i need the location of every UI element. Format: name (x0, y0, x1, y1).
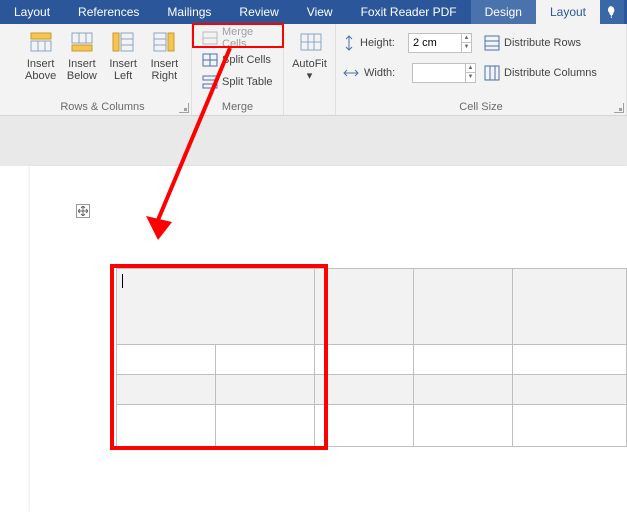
insert-left-button[interactable]: Insert Left (103, 26, 144, 82)
ribbon: Insert Above Insert Below Insert Left In… (0, 24, 627, 116)
table-cell[interactable] (216, 345, 315, 375)
group-rows-columns: Insert Above Insert Below Insert Left In… (14, 24, 192, 115)
tell-me-button[interactable] (600, 0, 624, 24)
col-width-icon (342, 66, 360, 80)
tab-foxit[interactable]: Foxit Reader PDF (347, 0, 471, 24)
document-area (0, 116, 627, 512)
insert-above-icon (29, 30, 53, 54)
table-cell[interactable] (117, 405, 216, 447)
distribute-columns-icon (484, 65, 500, 81)
tab-view[interactable]: View (293, 0, 347, 24)
group-autofit: AutoFit▾ (284, 24, 336, 115)
tab-mailings[interactable]: Mailings (153, 0, 225, 24)
insert-above-label: Insert Above (25, 58, 56, 82)
text-cursor (122, 274, 123, 288)
table-cell[interactable] (414, 405, 513, 447)
page[interactable] (30, 166, 627, 512)
split-cells-label: Split Cells (222, 54, 271, 66)
group-merge-label: Merge (198, 99, 277, 115)
insert-right-button[interactable]: Insert Right (144, 26, 185, 82)
table-cell[interactable] (513, 269, 627, 345)
autofit-label: AutoFit▾ (292, 58, 327, 82)
table-cell[interactable] (414, 345, 513, 375)
height-input[interactable] (409, 37, 461, 49)
width-spin-down[interactable]: ▼ (465, 73, 475, 82)
tab-references[interactable]: References (64, 0, 153, 24)
tab-review[interactable]: Review (225, 0, 292, 24)
document-table[interactable] (116, 268, 627, 447)
table-cell[interactable] (513, 405, 627, 447)
table-cell[interactable] (315, 375, 414, 405)
insert-left-label: Insert Left (109, 58, 137, 82)
autofit-button[interactable]: AutoFit▾ (290, 26, 329, 82)
height-spin-down[interactable]: ▼ (461, 43, 471, 52)
row-height-icon (342, 34, 356, 52)
merge-cells-button[interactable]: Merge Cells (198, 28, 277, 48)
table-cell[interactable] (414, 269, 513, 345)
distribute-columns-label: Distribute Columns (504, 67, 597, 79)
split-cells-button[interactable]: Split Cells (198, 50, 277, 70)
app-background (0, 116, 627, 166)
table-move-handle[interactable] (76, 204, 90, 218)
width-input[interactable] (413, 67, 465, 79)
group-cell-size-label: Cell Size (342, 99, 620, 115)
group-cell-size: Height: ▲▼ Width: ▲▼ (336, 24, 627, 115)
table-cell[interactable] (513, 375, 627, 405)
height-spin-up[interactable]: ▲ (461, 34, 471, 43)
distribute-rows-label: Distribute Rows (504, 37, 581, 49)
distribute-rows-button[interactable]: Distribute Rows (484, 32, 597, 54)
distribute-columns-button[interactable]: Distribute Columns (484, 62, 597, 84)
split-cells-icon (202, 52, 218, 68)
table-row[interactable] (117, 345, 627, 375)
table-row[interactable] (117, 269, 627, 345)
insert-right-label: Insert Right (151, 58, 179, 82)
merge-cells-icon (202, 30, 218, 46)
width-label: Width: (364, 67, 408, 79)
chevron-down-icon: ▾ (307, 70, 313, 82)
table-row[interactable] (117, 375, 627, 405)
height-spinbox[interactable]: ▲▼ (408, 33, 472, 53)
table-cell[interactable] (216, 375, 315, 405)
ribbon-tabstrip: Layout References Mailings Review View F… (0, 0, 627, 24)
split-table-button[interactable]: Split Table (198, 72, 277, 92)
tab-tabletools-layout[interactable]: Layout (536, 0, 600, 24)
insert-left-icon (111, 30, 135, 54)
insert-below-icon (70, 30, 94, 54)
table-row[interactable] (117, 405, 627, 447)
distribute-rows-icon (484, 35, 500, 51)
height-label: Height: (360, 37, 404, 49)
width-spinbox[interactable]: ▲▼ (412, 63, 476, 83)
tab-tabletools-design[interactable]: Design (471, 0, 536, 24)
table-cell[interactable] (117, 375, 216, 405)
group-merge: Merge Cells Split Cells Split Table Merg… (192, 24, 284, 115)
insert-below-button[interactable]: Insert Below (61, 26, 102, 82)
split-table-icon (202, 74, 218, 90)
cell-size-dialog-launcher[interactable] (614, 103, 624, 113)
autofit-icon (298, 30, 322, 54)
table-cell[interactable] (117, 345, 216, 375)
table-cell[interactable] (414, 375, 513, 405)
merge-cells-label: Merge Cells (222, 26, 273, 50)
insert-right-icon (152, 30, 176, 54)
table-cell[interactable] (513, 345, 627, 375)
group-rows-columns-label: Rows & Columns (20, 99, 185, 115)
insert-below-label: Insert Below (67, 58, 97, 82)
width-spin-up[interactable]: ▲ (465, 64, 475, 73)
split-table-label: Split Table (222, 76, 273, 88)
rows-columns-dialog-launcher[interactable] (179, 103, 189, 113)
table-cell[interactable] (315, 405, 414, 447)
table-cell[interactable] (315, 345, 414, 375)
tab-layout-page[interactable]: Layout (0, 0, 64, 24)
table-cell[interactable] (216, 405, 315, 447)
insert-above-button[interactable]: Insert Above (20, 26, 61, 82)
table-cell[interactable] (315, 269, 414, 345)
table-cell-merged[interactable] (117, 269, 315, 345)
